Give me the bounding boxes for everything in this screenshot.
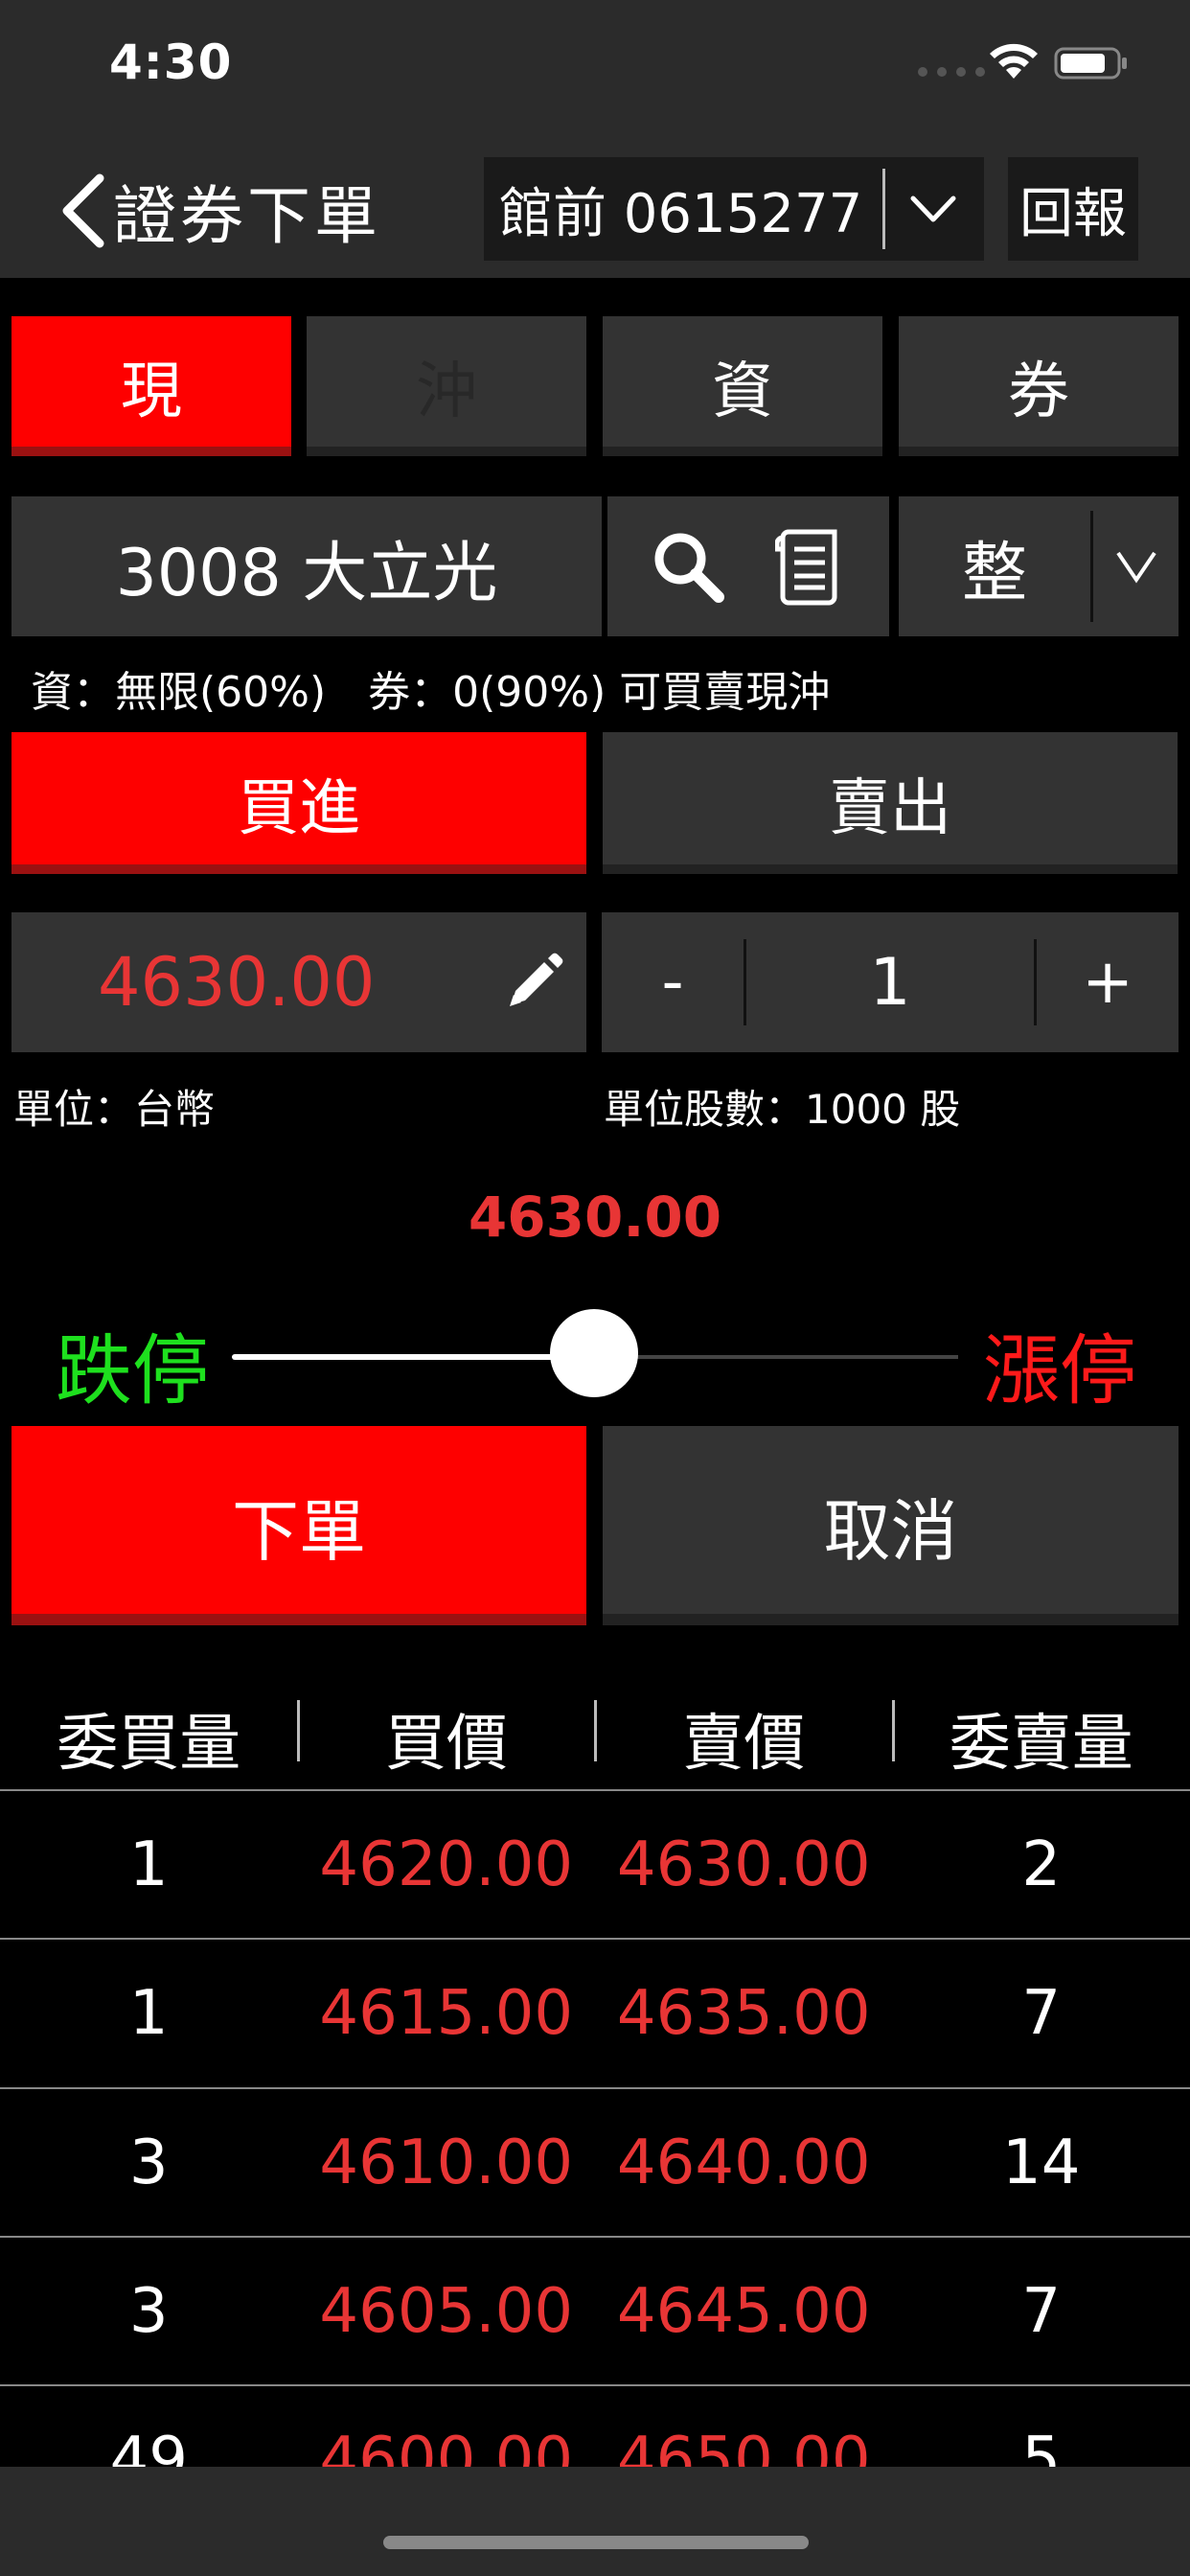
quantity-decrease-button[interactable]: - <box>602 912 744 1052</box>
tab-margin[interactable]: 資 <box>603 316 882 456</box>
home-indicator[interactable] <box>383 2536 809 2549</box>
sell-button[interactable]: 賣出 <box>603 732 1178 874</box>
account-value: 館前 0615277 <box>499 182 863 245</box>
stock-field[interactable]: 3008 大立光 <box>11 496 602 636</box>
limit-up-label[interactable]: 漲停 <box>983 1309 1136 1420</box>
slider-track-filled[interactable] <box>232 1354 596 1360</box>
account-select[interactable]: 館前 0615277 <box>484 157 984 261</box>
wifi-icon <box>990 43 1038 79</box>
lot-type-select[interactable]: 整 <box>899 496 1179 636</box>
order-book-row[interactable]: 3 4610.00 4640.00 14 <box>0 2087 1190 2236</box>
price-value: 4630.00 <box>98 943 376 1022</box>
order-book-row[interactable]: 1 4615.00 4635.00 7 <box>0 1938 1190 2086</box>
header-ask-price: 賣價 <box>682 1709 806 1780</box>
chevron-down-icon <box>1093 549 1179 584</box>
status-bar: 4:30 <box>0 0 1190 144</box>
search-icon[interactable] <box>645 523 731 610</box>
quantity-increase-button[interactable]: + <box>1037 912 1179 1052</box>
stock-tools <box>607 496 889 636</box>
price-field[interactable]: 4630.00 <box>11 912 586 1052</box>
chevron-down-icon <box>885 157 981 261</box>
header-bid-price: 買價 <box>384 1709 508 1780</box>
order-book-row[interactable]: 3 4605.00 4645.00 7 <box>0 2236 1190 2384</box>
buy-button[interactable]: 買進 <box>11 732 586 874</box>
quantity-stepper: - 1 + <box>602 912 1179 1052</box>
status-time: 4:30 <box>109 34 233 90</box>
order-book-row[interactable]: 1 4620.00 4630.00 2 <box>0 1789 1190 1938</box>
lot-type-value: 整 <box>961 535 1027 611</box>
pencil-icon[interactable] <box>500 949 567 1016</box>
battery-icon <box>1054 47 1127 80</box>
signal-icon <box>918 67 985 77</box>
back-button[interactable]: 證券下單 <box>57 172 381 253</box>
tab-short[interactable]: 券 <box>899 316 1179 456</box>
header-bid-volume: 委買量 <box>57 1709 241 1780</box>
cancel-button[interactable]: 取消 <box>603 1426 1179 1625</box>
limit-down-label[interactable]: 跌停 <box>56 1309 209 1420</box>
currency-unit-label: 單位：台幣 <box>13 1086 216 1133</box>
slider-thumb[interactable] <box>550 1309 638 1397</box>
quantity-value[interactable]: 1 <box>746 945 1034 1021</box>
report-button[interactable]: 回報 <box>1008 157 1138 261</box>
bottom-bar <box>0 2467 1190 2576</box>
slider-track[interactable] <box>596 1355 958 1359</box>
page-title: 證券下單 <box>113 179 381 253</box>
document-icon[interactable] <box>767 523 853 610</box>
slider-price: 4630.00 <box>468 1184 722 1250</box>
nav-bar: 證券下單 館前 0615277 回報 <box>0 144 1190 278</box>
chevron-left-icon <box>62 173 104 248</box>
order-book-header: 委買量 買價 賣價 委賣量 <box>0 1687 1190 1790</box>
margin-info: 資：無限(60%) 券：0(90%) 可買賣現沖 <box>31 668 831 717</box>
submit-order-button[interactable]: 下單 <box>11 1426 586 1625</box>
header-ask-volume: 委賣量 <box>949 1709 1133 1780</box>
tab-cash[interactable]: 現 <box>11 316 291 456</box>
tab-day-trade[interactable]: 沖 <box>307 316 586 456</box>
shares-per-unit-label: 單位股數：1000 股 <box>604 1086 961 1133</box>
